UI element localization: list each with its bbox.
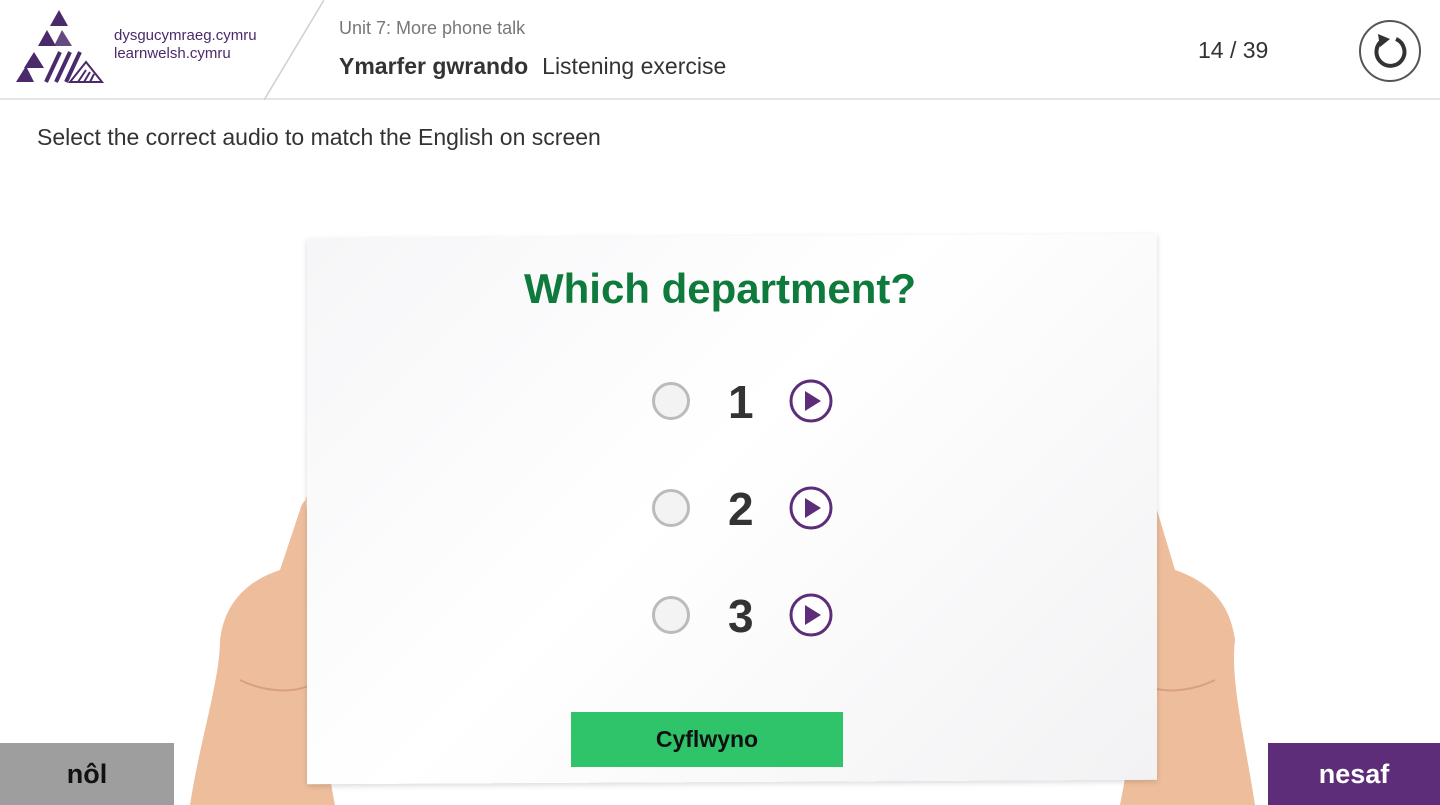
refresh-icon: [1374, 34, 1407, 68]
submit-button[interactable]: Cyflwyno: [571, 712, 843, 767]
option-2: 2: [650, 478, 840, 538]
title-welsh: Ymarfer gwrando: [339, 53, 529, 79]
option-3-label: 3: [728, 590, 754, 642]
option-1: 1: [650, 371, 840, 431]
option-2-radio[interactable]: [652, 489, 690, 527]
top-bar: dysgucymraeg.cymru learnwelsh.cymru Unit…: [0, 0, 1440, 100]
header-divider: [263, 0, 324, 100]
brand-text: dysgucymraeg.cymru learnwelsh.cymru: [114, 27, 257, 63]
page-counter: 14 / 39: [1198, 37, 1269, 63]
play-circle-icon[interactable]: [788, 485, 834, 531]
triangle-logo-icon: [16, 10, 105, 83]
brand-line-english: learnwelsh.cymru: [114, 45, 231, 62]
option-2-label: 2: [728, 483, 754, 535]
page-title: Ymarfer gwrando Listening exercise: [339, 53, 726, 80]
play-circle-icon[interactable]: [788, 378, 834, 424]
brand-line-welsh: dysgucymraeg.cymru: [114, 27, 257, 44]
reset-button[interactable]: [1359, 20, 1421, 82]
instruction-text: Select the correct audio to match the En…: [37, 124, 601, 150]
title-english: Listening exercise: [542, 53, 727, 79]
question-text: Which department?: [523, 265, 916, 312]
option-3: 3: [650, 585, 840, 645]
unit-label: Unit 7: More phone talk: [339, 18, 526, 38]
option-3-radio[interactable]: [652, 596, 690, 634]
option-1-label: 1: [728, 376, 754, 428]
next-button[interactable]: nesaf: [1268, 743, 1440, 805]
back-button[interactable]: nôl: [0, 743, 174, 805]
option-1-radio[interactable]: [652, 382, 690, 420]
play-circle-icon[interactable]: [788, 592, 834, 638]
